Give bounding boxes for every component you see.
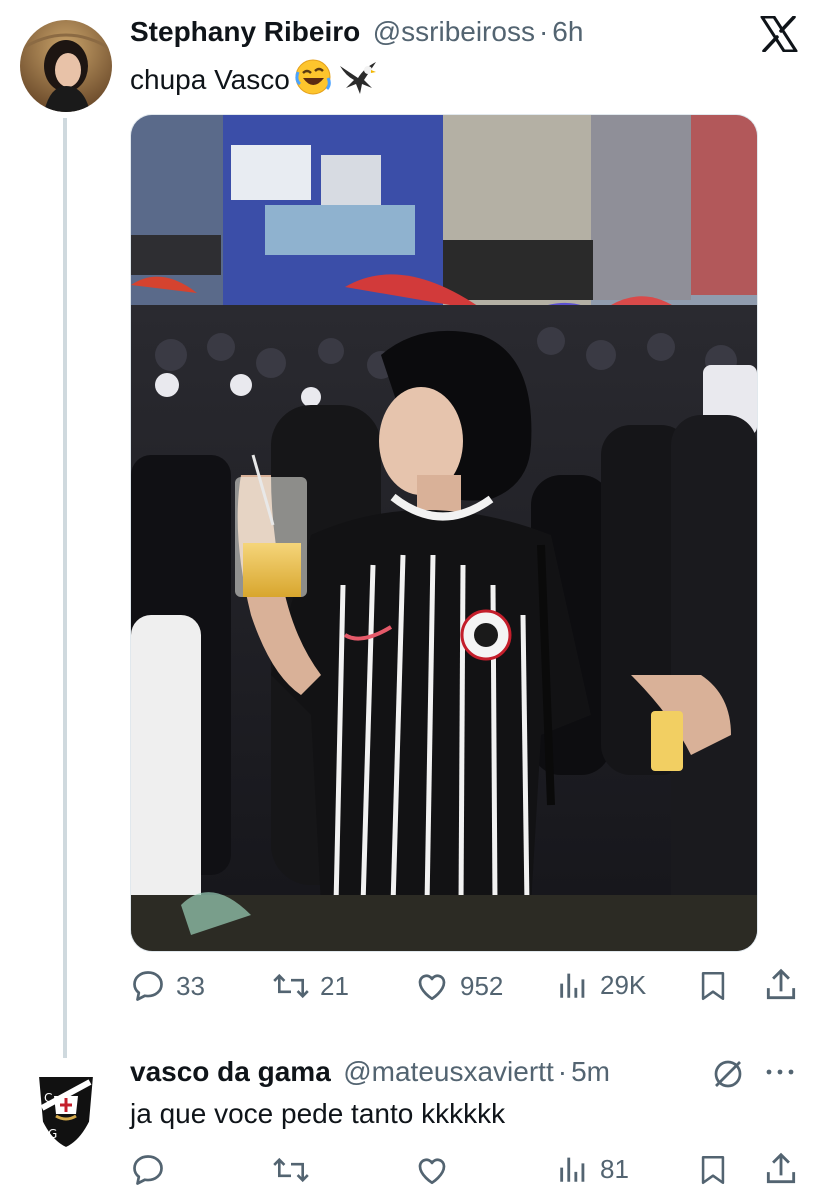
author-handle[interactable]: @ssribeiross: [373, 16, 535, 47]
svg-text:G: G: [48, 1127, 57, 1141]
reply-text: ja que voce pede tanto kkkkkk: [130, 1098, 506, 1129]
reply-icon: [130, 1152, 166, 1188]
retweet-button[interactable]: 21: [272, 968, 349, 1004]
eagle-emoji: [338, 58, 378, 101]
tweet-time[interactable]: 6h: [552, 16, 583, 47]
heart-icon: [414, 1152, 450, 1188]
reply-button[interactable]: 33: [130, 968, 205, 1004]
share-icon: [762, 968, 800, 1008]
reply-avatar[interactable]: C G: [20, 1062, 112, 1154]
reply-header: vasco da gama @mateusxaviertt · 5m: [130, 1056, 610, 1088]
views-icon: [556, 1152, 590, 1186]
views-count: 29K: [600, 969, 647, 1000]
reply-reply-button[interactable]: [130, 1152, 166, 1188]
bookmark-button[interactable]: [696, 968, 730, 1009]
reply-separator-dot: ·: [557, 1056, 568, 1087]
reply-like-button[interactable]: [414, 1152, 450, 1188]
author-name[interactable]: Stephany Ribeiro: [130, 16, 360, 47]
bookmark-icon: [696, 971, 730, 1008]
separator-dot: ·: [538, 16, 549, 47]
share-icon: [762, 1152, 800, 1192]
reply-time[interactable]: 5m: [571, 1056, 610, 1087]
tweet-text: chupa Vasco: [130, 63, 290, 95]
views-icon: [556, 968, 590, 1002]
reply-count: 33: [176, 970, 205, 1001]
reply-retweet-button[interactable]: [272, 1152, 310, 1188]
thread-line: [63, 118, 67, 1058]
reply-share-button[interactable]: [762, 1150, 800, 1193]
bookmark-icon: [696, 1155, 730, 1192]
reply-author-name[interactable]: vasco da gama: [130, 1056, 331, 1087]
retweet-icon: [272, 968, 310, 1004]
tweet-text-row: chupa Vasco: [130, 58, 378, 101]
share-button[interactable]: [762, 966, 800, 1009]
reply-bookmark-button[interactable]: [696, 1152, 730, 1193]
grok-icon[interactable]: [710, 1056, 746, 1097]
heart-icon: [414, 968, 450, 1004]
rolling-on-floor-laughing-emoji: [294, 58, 332, 101]
like-button[interactable]: 952: [414, 968, 503, 1004]
author-avatar[interactable]: [20, 20, 112, 112]
svg-text:C: C: [44, 1091, 52, 1105]
retweet-icon: [272, 1152, 310, 1188]
tweet-header: Stephany Ribeiro @ssribeiross · 6h: [130, 16, 583, 48]
reply-icon: [130, 968, 166, 1004]
views-button[interactable]: 29K: [556, 968, 646, 1002]
retweet-count: 21: [320, 970, 349, 1001]
x-logo-icon: [760, 15, 800, 56]
more-options-icon[interactable]: [764, 1062, 796, 1087]
reply-views-count: 81: [600, 1153, 629, 1184]
tweet-media-photo[interactable]: [130, 114, 758, 952]
reply-views-button[interactable]: 81: [556, 1152, 629, 1186]
reply-author-handle[interactable]: @mateusxaviertt: [343, 1056, 554, 1087]
like-count: 952: [460, 970, 504, 1001]
